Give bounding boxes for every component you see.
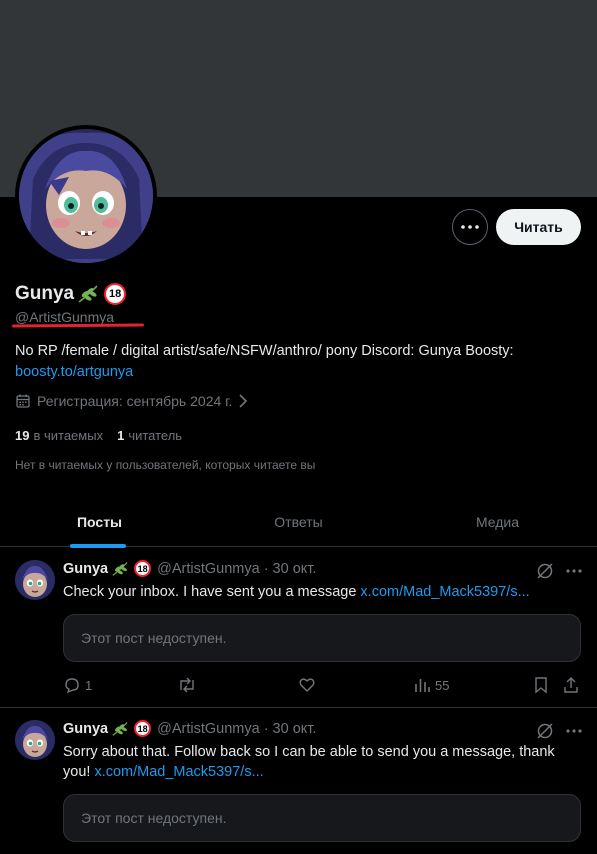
avatar-thumb xyxy=(15,720,55,760)
quoted-post-unavailable: Этот пост недоступен. xyxy=(63,614,581,662)
more-options-button[interactable] xyxy=(452,209,488,245)
post-item[interactable]: Gunya 18 @ArtistGunmya · 30 окт. Check y… xyxy=(0,548,597,708)
chevron-right-icon xyxy=(239,394,248,408)
tab-replies[interactable]: Ответы xyxy=(199,497,398,546)
profile-handle: @ArtistGunmya xyxy=(15,309,115,325)
grok-icon[interactable] xyxy=(536,562,554,580)
herb-icon xyxy=(112,561,128,576)
tab-posts[interactable]: Посты xyxy=(0,497,199,546)
annotation-underline xyxy=(11,323,145,328)
views-count: 55 xyxy=(435,677,450,693)
tab-label: Медиа xyxy=(475,513,520,530)
reply-button[interactable]: 1 xyxy=(63,676,92,694)
post-header: Gunya 18 @ArtistGunmya · 30 окт. xyxy=(63,560,316,577)
post-text: Check your inbox. I have sent you a mess… xyxy=(63,582,563,602)
reply-icon xyxy=(65,678,79,694)
follow-button[interactable]: Читать xyxy=(496,209,581,245)
views-button[interactable]: 55 xyxy=(413,676,449,694)
tab-media[interactable]: Медиа xyxy=(398,497,597,546)
tab-label: Ответы xyxy=(274,513,323,530)
joined-text: Регистрация: сентябрь 2024 г. xyxy=(37,393,233,409)
grok-icon[interactable] xyxy=(536,722,554,740)
share-icon xyxy=(564,677,578,693)
profile-bio: No RP /female / digital artist/safe/NSFW… xyxy=(15,341,585,383)
post-link[interactable]: x.com/Mad_Mack5397/s... xyxy=(94,764,263,780)
age-restriction-badge: 18 xyxy=(134,720,152,737)
avatar-illustration xyxy=(19,129,153,263)
herb-icon xyxy=(78,285,98,303)
post-text: Sorry about that. Follow back so I can b… xyxy=(63,742,573,782)
profile-display-name: Gunya xyxy=(15,283,75,304)
post-top-icons xyxy=(536,562,582,580)
post-header: Gunya 18 @ArtistGunmya · 30 окт. xyxy=(63,720,316,737)
views-icon xyxy=(415,679,430,692)
share-button[interactable] xyxy=(563,676,579,694)
profile-tabs: Посты Ответы Медиа xyxy=(0,497,597,547)
followers-you-know-note: Нет в читаемых у пользователей, которых … xyxy=(15,458,316,472)
tab-label: Посты xyxy=(76,513,123,530)
followers-count: 1 xyxy=(117,428,125,443)
bio-link[interactable]: boosty.to/artgunya xyxy=(15,364,133,380)
bio-text: No RP /female / digital artist/safe/NSFW… xyxy=(15,343,514,359)
followers-label: читатель xyxy=(128,428,183,443)
heart-icon xyxy=(299,678,315,692)
post-link[interactable]: x.com/Mad_Mack5397/s... xyxy=(360,584,529,600)
calendar-icon xyxy=(16,394,30,408)
post-body: Check your inbox. I have sent you a mess… xyxy=(63,584,361,600)
profile-name-row: Gunya 18 xyxy=(15,283,127,305)
post-actions: 1 55 xyxy=(63,676,581,696)
post-avatar[interactable] xyxy=(15,560,55,600)
post-meta[interactable]: @ArtistGunmya · 30 окт. xyxy=(157,721,316,737)
like-button[interactable] xyxy=(298,676,316,694)
avatar-thumb xyxy=(15,560,55,600)
profile-avatar[interactable] xyxy=(15,125,157,267)
quoted-post-unavailable: Этот пост недоступен. xyxy=(63,794,581,842)
following-label: в читаемых xyxy=(33,428,104,443)
bookmark-button[interactable] xyxy=(533,676,549,694)
age-restriction-badge: 18 xyxy=(104,283,127,305)
post-author-name[interactable]: Gunya xyxy=(63,561,108,577)
post-meta[interactable]: @ArtistGunmya · 30 окт. xyxy=(157,561,316,577)
reply-count: 1 xyxy=(85,677,93,693)
post-top-icons xyxy=(536,722,582,740)
herb-icon xyxy=(112,721,128,736)
age-restriction-badge: 18 xyxy=(134,560,152,577)
post-item[interactable]: Gunya 18 @ArtistGunmya · 30 окт. Sorry a… xyxy=(0,708,597,854)
following-link[interactable]: 19 в читаемых xyxy=(15,428,103,443)
repost-icon xyxy=(180,677,194,693)
repost-button[interactable] xyxy=(177,676,197,694)
followers-link[interactable]: 1 читатель xyxy=(117,428,182,443)
follow-counts: 19 в читаемых 1 читатель xyxy=(15,428,182,443)
post-author-name[interactable]: Gunya xyxy=(63,721,108,737)
ellipsis-icon xyxy=(461,225,479,229)
following-count: 19 xyxy=(15,428,30,443)
joined-date[interactable]: Регистрация: сентябрь 2024 г. xyxy=(15,393,248,409)
post-more-icon[interactable] xyxy=(566,569,582,573)
post-avatar[interactable] xyxy=(15,720,55,760)
bookmark-icon xyxy=(535,677,547,694)
post-more-icon[interactable] xyxy=(566,729,582,733)
